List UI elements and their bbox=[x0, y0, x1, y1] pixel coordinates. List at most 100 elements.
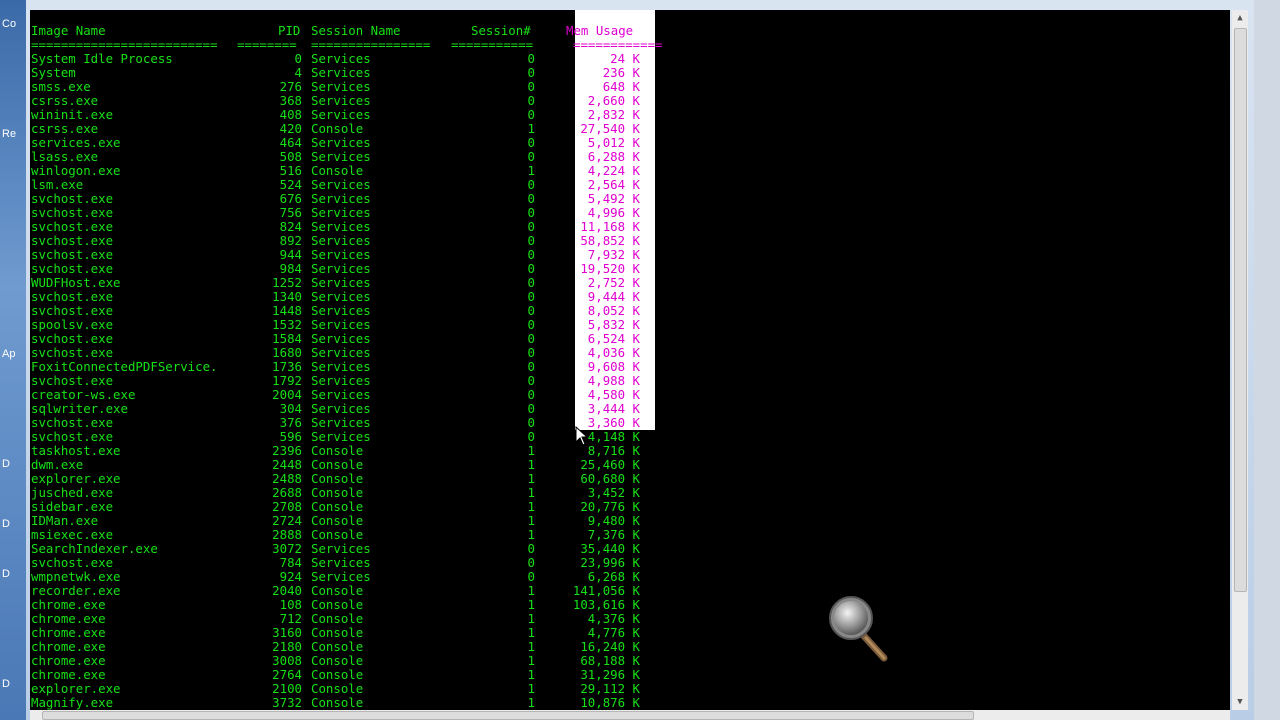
session-name: Console bbox=[311, 639, 364, 654]
process-pid: 984 bbox=[279, 261, 302, 276]
session-name: Console bbox=[311, 443, 364, 458]
session-number: 0 bbox=[527, 387, 535, 402]
header-session-number: Session# bbox=[471, 23, 531, 38]
session-name: Services bbox=[311, 247, 371, 262]
session-number: 0 bbox=[527, 289, 535, 304]
desktop-icon-label[interactable]: D bbox=[2, 678, 10, 690]
process-pid: 420 bbox=[279, 121, 302, 136]
vertical-scrollbar[interactable]: ▲ ▼ bbox=[1232, 10, 1248, 710]
process-name: chrome.exe bbox=[31, 611, 106, 626]
session-name: Console bbox=[311, 513, 364, 528]
session-name: Services bbox=[311, 205, 371, 220]
magnifier-icon[interactable] bbox=[828, 596, 892, 664]
session-name: Services bbox=[311, 317, 371, 332]
table-header-row: Image Name PID Session Name Session# Mem… bbox=[30, 24, 633, 38]
session-name: Services bbox=[311, 303, 371, 318]
session-name: Services bbox=[311, 233, 371, 248]
desktop-icon-label[interactable]: Ap bbox=[2, 348, 15, 360]
session-number: 1 bbox=[527, 443, 535, 458]
session-name: Services bbox=[311, 177, 371, 192]
session-name: Console bbox=[311, 583, 364, 598]
header-mem-usage: Mem Usage bbox=[566, 23, 634, 38]
mem-usage: 141,056 K bbox=[572, 583, 640, 598]
process-pid: 2100 bbox=[272, 681, 302, 696]
mem-usage: 4,988 K bbox=[587, 373, 640, 388]
horizontal-scroll-thumb[interactable] bbox=[42, 711, 974, 720]
mem-usage: 648 K bbox=[602, 79, 640, 94]
console-output[interactable]: Image Name PID Session Name Session# Mem… bbox=[30, 10, 1230, 710]
process-name: svchost.exe bbox=[31, 429, 114, 444]
process-pid: 2180 bbox=[272, 639, 302, 654]
mem-usage: 9,480 K bbox=[587, 513, 640, 528]
process-name: wmpnetwk.exe bbox=[31, 569, 121, 584]
session-number: 1 bbox=[527, 597, 535, 612]
process-name: chrome.exe bbox=[31, 639, 106, 654]
mouse-cursor-icon bbox=[575, 425, 589, 450]
desktop-icon-label[interactable]: Co bbox=[2, 18, 16, 30]
process-name: spoolsv.exe bbox=[31, 317, 114, 332]
session-name: Services bbox=[311, 275, 371, 290]
session-name: Services bbox=[311, 79, 371, 94]
mem-usage: 27,540 K bbox=[580, 121, 640, 136]
process-name: svchost.exe bbox=[31, 219, 114, 234]
session-number: 0 bbox=[527, 429, 535, 444]
process-pid: 1792 bbox=[272, 373, 302, 388]
header-pid: PID bbox=[278, 23, 301, 38]
session-name: Services bbox=[311, 429, 371, 444]
session-name: Services bbox=[311, 149, 371, 164]
process-pid: 376 bbox=[279, 415, 302, 430]
session-name: Console bbox=[311, 611, 364, 626]
process-name: winlogon.exe bbox=[31, 163, 121, 178]
session-name: Console bbox=[311, 527, 364, 542]
vertical-scroll-thumb[interactable] bbox=[1234, 28, 1247, 592]
process-name: msiexec.exe bbox=[31, 527, 114, 542]
process-name: lsass.exe bbox=[31, 149, 99, 164]
scroll-down-arrow-icon[interactable]: ▼ bbox=[1232, 694, 1248, 710]
session-name: Console bbox=[311, 471, 364, 486]
mem-usage: 9,444 K bbox=[587, 289, 640, 304]
session-number: 0 bbox=[527, 247, 535, 262]
session-number: 0 bbox=[527, 373, 535, 388]
process-name: svchost.exe bbox=[31, 191, 114, 206]
session-number: 1 bbox=[527, 681, 535, 696]
session-name: Services bbox=[311, 219, 371, 234]
desktop-icon-label[interactable]: D bbox=[2, 458, 10, 470]
mem-usage: 29,112 K bbox=[580, 681, 640, 696]
process-name: svchost.exe bbox=[31, 247, 114, 262]
process-name: chrome.exe bbox=[31, 625, 106, 640]
session-number: 0 bbox=[527, 541, 535, 556]
process-pid: 2888 bbox=[272, 527, 302, 542]
desktop-icon-label[interactable]: D bbox=[2, 568, 10, 580]
mem-usage: 4,376 K bbox=[587, 611, 640, 626]
process-pid: 368 bbox=[279, 93, 302, 108]
session-name: Services bbox=[311, 331, 371, 346]
process-pid: 3732 bbox=[272, 695, 302, 710]
scroll-up-arrow-icon[interactable]: ▲ bbox=[1232, 10, 1248, 26]
session-name: Services bbox=[311, 191, 371, 206]
session-number: 0 bbox=[527, 51, 535, 66]
process-name: svchost.exe bbox=[31, 205, 114, 220]
mem-usage: 6,288 K bbox=[587, 149, 640, 164]
mem-usage: 4,580 K bbox=[587, 387, 640, 402]
process-pid: 2396 bbox=[272, 443, 302, 458]
process-name: csrss.exe bbox=[31, 121, 99, 136]
process-name: dwm.exe bbox=[31, 457, 84, 472]
session-number: 1 bbox=[527, 457, 535, 472]
process-name: Magnify.exe bbox=[31, 695, 114, 710]
process-pid: 1340 bbox=[272, 289, 302, 304]
mem-usage: 16,240 K bbox=[580, 639, 640, 654]
process-name: svchost.exe bbox=[31, 261, 114, 276]
session-number: 0 bbox=[527, 359, 535, 374]
session-number: 0 bbox=[527, 569, 535, 584]
process-name: svchost.exe bbox=[31, 555, 114, 570]
session-name: Console bbox=[311, 457, 364, 472]
mem-usage: 6,268 K bbox=[587, 569, 640, 584]
desktop-icon-label[interactable]: Re bbox=[2, 128, 16, 140]
process-pid: 1680 bbox=[272, 345, 302, 360]
process-name: chrome.exe bbox=[31, 597, 106, 612]
horizontal-scrollbar[interactable] bbox=[30, 710, 1230, 720]
session-number: 1 bbox=[527, 527, 535, 542]
session-name: Console bbox=[311, 597, 364, 612]
desktop-icon-label[interactable]: D bbox=[2, 518, 10, 530]
process-pid: 1532 bbox=[272, 317, 302, 332]
